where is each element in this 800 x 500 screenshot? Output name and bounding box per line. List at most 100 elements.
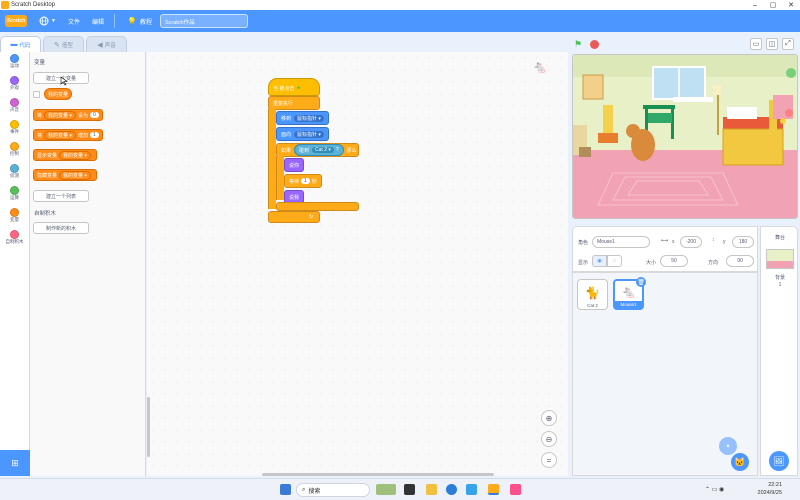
zoom-out-button[interactable]: ⊖ xyxy=(541,431,557,447)
change-block-value[interactable]: 1 xyxy=(89,132,99,138)
face-target-dropdown[interactable]: 鼠标指针 ▾ xyxy=(294,130,324,138)
sprite-menu-hint[interactable]: ✦ xyxy=(719,437,737,455)
tutorials-label: 教程 xyxy=(139,19,152,26)
make-list-button[interactable]: 建立一个列表 xyxy=(33,190,89,202)
image-add-icon: 🖼 xyxy=(773,455,785,466)
green-flag-button[interactable]: ⚑ xyxy=(574,39,584,49)
goto-target-dropdown[interactable]: 鼠标指针 ▾ xyxy=(294,114,324,122)
category-item[interactable]: 运算 xyxy=(0,186,29,206)
show-block-var-dropdown[interactable]: 我的变量 ▾ xyxy=(59,150,91,160)
window-titlebar: Scratch Desktop – ▢ ✕ xyxy=(0,0,800,10)
vertical-scrollbar[interactable] xyxy=(147,397,150,457)
choose-sprite-button[interactable]: 🐱 xyxy=(731,453,749,471)
tab-code[interactable]: ▬ 代码 xyxy=(0,36,41,52)
zoom-reset-button[interactable]: = xyxy=(541,452,557,468)
then-label: 那么 xyxy=(346,147,357,154)
small-stage-button[interactable]: ▭ xyxy=(750,38,762,50)
category-item[interactable]: 自制积木 xyxy=(0,230,29,250)
touching-block[interactable]: 碰到 Cat 2 ▾ ? xyxy=(294,144,344,156)
direction-input[interactable]: 90 xyxy=(726,255,754,267)
taskbar-clock[interactable]: 22:21 2024/9/25 xyxy=(758,481,782,497)
file-menu[interactable]: 文件 xyxy=(68,17,80,26)
zoom-in-icon: ⊕ xyxy=(545,413,553,423)
hide-variable-block[interactable]: 隐藏变量 我的变量 ▾ xyxy=(33,169,97,181)
category-item[interactable]: 侦测 xyxy=(0,164,29,184)
category-label: 声音 xyxy=(10,107,19,112)
touching-target-dropdown[interactable]: Cat 2 ▾ xyxy=(312,147,334,153)
say-a-label: 说你 xyxy=(289,162,300,169)
change-block-var: 我的变量 xyxy=(48,132,69,139)
stage-canvas[interactable] xyxy=(572,54,798,219)
close-icon[interactable]: ✕ xyxy=(782,1,800,9)
variable-checkbox[interactable] xyxy=(33,91,40,98)
forever-block[interactable]: 重复执行 xyxy=(268,96,320,110)
say-block-a[interactable]: 说你 xyxy=(284,158,304,172)
widget-icon[interactable] xyxy=(376,484,396,495)
horizontal-scrollbar[interactable] xyxy=(262,473,494,476)
tab-costumes[interactable]: ✎ 造型 xyxy=(43,36,84,52)
code-workspace[interactable]: 🐁 当 被点击 ⚑ 重复执行 移到 鼠标指针 ▾ 面向 鼠标指针 ▾ 如果 碰到… xyxy=(147,52,568,476)
tutorials-menu[interactable]: 💡 教程 xyxy=(127,17,152,26)
show-visible-button[interactable]: ◉ xyxy=(592,255,607,267)
point-towards-block[interactable]: 面向 鼠标指针 ▾ xyxy=(276,127,329,141)
show-variable-block[interactable]: 显示变量 我的变量 ▾ xyxy=(33,149,97,161)
scratch-taskbar-icon[interactable] xyxy=(488,484,499,495)
delete-sprite-button[interactable]: 🗑 xyxy=(636,277,646,287)
block-categories: 运动 外观声音事件 控制 侦测 运算 变量 自制积木 ⊞ xyxy=(0,52,30,476)
tab-sounds[interactable]: ◀ 声音 xyxy=(86,36,127,52)
hide-visible-button[interactable]: ◌ xyxy=(607,255,622,267)
category-item[interactable]: 控制 xyxy=(0,142,29,162)
edge-browser-icon[interactable] xyxy=(446,484,457,495)
language-menu[interactable]: ▼ xyxy=(39,16,56,26)
large-stage-button[interactable]: ◫ xyxy=(766,38,778,50)
wait-value-input[interactable]: 1 xyxy=(301,178,310,184)
category-item[interactable]: 事件 xyxy=(0,120,29,140)
set-variable-block[interactable]: 将 我的变量 ▾ 设为 0 xyxy=(33,109,103,121)
sprite-tile-mouse1[interactable]: 🐁 Mouse1 🗑 xyxy=(613,277,646,310)
if-block[interactable]: 如果 碰到 Cat 2 ▾ ? 那么 xyxy=(276,143,359,157)
category-dot-icon xyxy=(10,98,19,107)
goto-block[interactable]: 移到 鼠标指针 ▾ xyxy=(276,111,329,125)
zoom-in-button[interactable]: ⊕ xyxy=(541,410,557,426)
file-explorer-icon[interactable] xyxy=(426,484,437,495)
sprite-name-input[interactable]: Mouse1 xyxy=(592,236,650,248)
when-flag-clicked-block[interactable]: 当 被点击 ⚑ xyxy=(268,78,320,96)
mouse-cursor-icon xyxy=(60,76,68,86)
category-item[interactable]: 外观 xyxy=(0,76,29,96)
choose-backdrop-button[interactable]: 🖼 xyxy=(769,451,789,471)
store-icon[interactable] xyxy=(466,484,477,495)
change-variable-block[interactable]: 将 我的变量 ▾ 增加 1 xyxy=(33,129,103,141)
x-input[interactable]: -200 xyxy=(680,236,702,248)
category-item[interactable]: 声音 xyxy=(0,98,29,118)
stop-button[interactable] xyxy=(590,39,599,49)
windows-start-icon[interactable] xyxy=(280,484,291,495)
wait-block[interactable]: 等待 1 秒 xyxy=(284,174,322,188)
add-extension-button[interactable]: ⊞ xyxy=(0,450,30,476)
make-block-button[interactable]: 制作新的积木 xyxy=(33,222,89,234)
fullscreen-button[interactable]: ⤢ xyxy=(782,38,794,50)
task-view-icon[interactable] xyxy=(404,484,415,495)
hide-block-var: 我的变量 xyxy=(63,172,84,179)
project-title-input[interactable]: Scratch作品 xyxy=(159,14,248,28)
stage-target-panel[interactable]: 舞台 背景 1 🖼 xyxy=(760,226,798,476)
taskbar-search[interactable]: ⌕ 搜索 xyxy=(296,483,370,497)
my-variable-reporter[interactable]: 我的变量 xyxy=(44,88,73,100)
edit-menu[interactable]: 编辑 xyxy=(92,17,104,26)
sprite-tile-cat2[interactable]: 🐈 Cat 2 xyxy=(577,279,608,310)
hide-block-var-dropdown[interactable]: 我的变量 ▾ xyxy=(59,170,91,180)
stage-thumbnail[interactable] xyxy=(766,249,794,269)
size-input[interactable]: 50 xyxy=(660,255,688,267)
change-block-var-dropdown[interactable]: 我的变量 ▾ xyxy=(44,130,76,140)
maximize-icon[interactable]: ▢ xyxy=(764,1,782,9)
show-block-var: 我的变量 xyxy=(63,152,84,159)
scratch-logo[interactable]: Scratch xyxy=(5,15,27,27)
minimize-icon[interactable]: – xyxy=(746,2,764,9)
set-block-var-dropdown[interactable]: 我的变量 ▾ xyxy=(44,110,76,120)
set-block-value[interactable]: 0 xyxy=(89,112,99,118)
system-tray-icons[interactable]: ⌃ ▭ ◉ xyxy=(705,486,724,493)
category-item[interactable]: 变量 xyxy=(0,208,29,228)
touching-target: Cat 2 xyxy=(315,147,327,153)
app-taskbar-icon[interactable] xyxy=(510,484,521,495)
y-input[interactable]: 180 xyxy=(732,236,754,248)
category-item[interactable]: 运动 xyxy=(0,54,29,74)
